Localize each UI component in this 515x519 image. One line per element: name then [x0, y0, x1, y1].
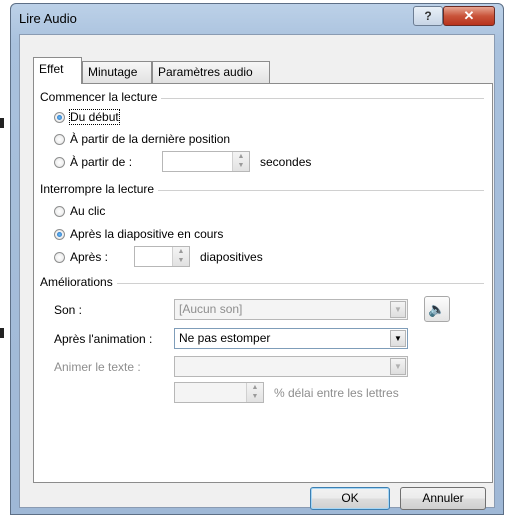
- background-mark: [0, 118, 4, 128]
- spin-down-icon[interactable]: ▼: [233, 161, 249, 170]
- radio-button[interactable]: [54, 133, 65, 145]
- sound-select[interactable]: [Aucun son] ▼: [174, 299, 408, 320]
- radio-button[interactable]: [54, 156, 65, 168]
- chevron-down-icon[interactable]: ▼: [390, 301, 406, 318]
- delay-label: % délai entre les lettres: [274, 386, 399, 400]
- spin-down-icon[interactable]: ▼: [247, 392, 263, 401]
- help-button[interactable]: ?: [413, 6, 443, 26]
- speaker-icon: 🔈: [428, 301, 446, 317]
- radio-label: Du début: [69, 109, 120, 125]
- radio-label: À partir de la dernière position: [70, 132, 231, 146]
- chevron-down-icon[interactable]: ▼: [390, 330, 406, 347]
- radio-button[interactable]: [54, 228, 65, 240]
- radio-after-current-slide[interactable]: Après la diapositive en cours: [54, 226, 223, 242]
- radio-button[interactable]: [54, 111, 65, 123]
- dialog-window: Lire Audio ? ✕ Effet Minutage Paramètres…: [10, 3, 504, 515]
- delay-spinner[interactable]: ▲ ▼: [174, 382, 264, 403]
- spinner-arrows[interactable]: ▲ ▼: [172, 247, 189, 266]
- tab-effet[interactable]: Effet: [33, 57, 82, 84]
- radio-label: À partir de :: [70, 155, 133, 169]
- tab-minutage[interactable]: Minutage: [82, 61, 152, 83]
- title-bar: Lire Audio ? ✕: [11, 4, 503, 34]
- background-mark: [0, 328, 4, 338]
- spin-down-icon[interactable]: ▼: [173, 256, 189, 265]
- radio-button[interactable]: [54, 251, 65, 263]
- window-title: Lire Audio: [19, 11, 77, 26]
- spin-up-icon[interactable]: ▲: [247, 383, 263, 392]
- radio-label: Après la diapositive en cours: [70, 227, 224, 241]
- radio-from-time[interactable]: À partir de :: [54, 154, 132, 170]
- sound-value: [Aucun son]: [179, 302, 243, 316]
- close-button[interactable]: ✕: [443, 6, 495, 26]
- radio-on-click[interactable]: Au clic: [54, 203, 105, 219]
- radio-from-last-position[interactable]: À partir de la dernière position: [54, 131, 230, 147]
- seconds-unit-label: secondes: [260, 155, 312, 169]
- tab-panel-effet: Commencer la lecture Du début À partir d…: [33, 83, 493, 483]
- cancel-button[interactable]: Annuler: [400, 487, 486, 510]
- enhancements-group-title: Améliorations: [40, 275, 117, 289]
- spinner-arrows[interactable]: ▲ ▼: [232, 152, 249, 171]
- slides-unit-label: diapositives: [200, 250, 263, 264]
- radio-button[interactable]: [54, 205, 65, 217]
- chevron-down-icon[interactable]: ▼: [390, 358, 406, 375]
- animate-text-label: Animer le texte :: [54, 360, 141, 374]
- dialog-client: Effet Minutage Paramètres audio Commence…: [19, 34, 495, 510]
- radio-from-start[interactable]: Du début: [54, 109, 120, 125]
- after-animation-label: Après l'animation :: [54, 332, 153, 346]
- spinner-arrows[interactable]: ▲ ▼: [246, 383, 263, 402]
- spin-up-icon[interactable]: ▲: [233, 152, 249, 161]
- radio-after-slides[interactable]: Après :: [54, 249, 108, 265]
- animate-text-select[interactable]: ▼: [174, 356, 408, 377]
- ok-button[interactable]: OK: [310, 487, 390, 510]
- radio-label: Après :: [70, 250, 109, 264]
- tab-parametres-audio[interactable]: Paramètres audio: [152, 61, 270, 83]
- spin-up-icon[interactable]: ▲: [173, 247, 189, 256]
- slides-spinner[interactable]: ▲ ▼: [134, 246, 190, 267]
- radio-label: Au clic: [70, 204, 106, 218]
- speaker-button[interactable]: 🔈: [424, 296, 450, 322]
- stop-group-title: Interrompre la lecture: [40, 182, 159, 196]
- after-animation-select[interactable]: Ne pas estomper ▼: [174, 328, 408, 349]
- seconds-spinner[interactable]: ▲ ▼: [162, 151, 250, 172]
- background: [0, 0, 8, 519]
- start-group-title: Commencer la lecture: [40, 90, 162, 104]
- sound-label: Son :: [54, 303, 83, 317]
- after-animation-value: Ne pas estomper: [179, 331, 271, 345]
